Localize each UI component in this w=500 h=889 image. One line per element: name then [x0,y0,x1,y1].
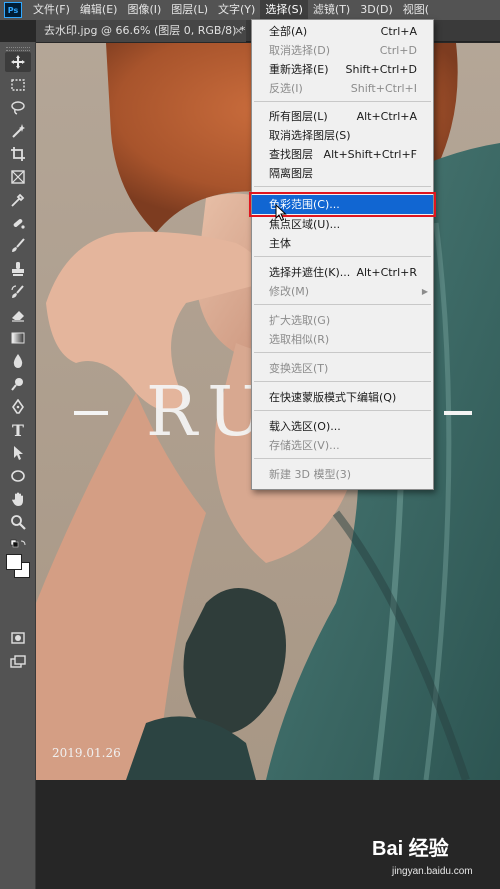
menu-edit[interactable]: 编辑(E) [75,0,123,20]
menu-item-load-selection[interactable]: 载入选区(O)... [252,417,433,436]
menu-separator [254,101,431,102]
menu-view[interactable]: 视图( [398,0,434,20]
menu-type[interactable]: 文字(Y) [213,0,260,20]
blur-icon[interactable] [5,351,31,371]
menu-item-inverse[interactable]: 反选(I) Shift+Ctrl+I [252,79,433,98]
crop-icon[interactable] [5,144,31,164]
menu-separator [254,186,431,187]
menu-item-similar[interactable]: 选取相似(R) [252,330,433,349]
ellipse-icon[interactable] [5,466,31,486]
type-icon[interactable]: T [5,420,31,440]
screen-mode-icon[interactable] [5,652,31,672]
baidu-watermark: Bai 经验 jingyan.baidu.com [372,832,496,886]
menu-item-grow[interactable]: 扩大选取(G) [252,311,433,330]
move-icon[interactable] [5,52,31,72]
marquee-icon[interactable] [5,75,31,95]
menu-bar: Ps 文件(F) 编辑(E) 图像(I) 图层(L) 文字(Y) 选择(S) 滤… [0,0,500,20]
menu-separator [254,458,431,459]
history-brush-icon[interactable] [5,282,31,302]
menu-filter[interactable]: 滤镜(T) [308,0,355,20]
menu-item-modify[interactable]: 修改(M) ▶ [252,282,433,301]
magic-wand-icon[interactable] [5,121,31,141]
menu-3d[interactable]: 3D(D) [355,0,398,20]
foreground-color-swatch[interactable] [6,554,22,570]
select-menu-dropdown: 全部(A) Ctrl+A 取消选择(D) Ctrl+D 重新选择(E) Shift+C… [249,19,436,490]
menu-separator [254,352,431,353]
clone-stamp-icon[interactable] [5,259,31,279]
tab-close-icon[interactable]: × [234,20,243,42]
menu-item-save-selection[interactable]: 存储选区(V)... [252,436,433,455]
menu-item-all-layers[interactable]: 所有图层(L) Alt+Ctrl+A [252,107,433,126]
menu-item-isolate-layers[interactable]: 隔离图层 [252,164,433,183]
menu-layer[interactable]: 图层(L) [166,0,213,20]
mouse-pointer-icon [275,204,287,222]
menu-item-quick-mask[interactable]: 在快速蒙版模式下编辑(Q) [252,388,433,407]
hand-icon[interactable] [5,489,31,509]
menu-item-transform-selection[interactable]: 变换选区(T) [252,359,433,378]
path-selection-icon[interactable] [5,443,31,463]
menu-item-deselect[interactable]: 取消选择(D) Ctrl+D [252,41,433,60]
baidu-logo: Bai 经验 [372,838,449,860]
date-stamp: 2019.01.26 [52,746,121,760]
toolbar-grip[interactable] [6,47,30,51]
document-tab-title: 去水印.jpg @ 66.6% (图层 0, RGB/8) * [44,24,246,37]
menu-separator [254,381,431,382]
baidu-domain: jingyan.baidu.com [392,866,473,877]
menu-file[interactable]: 文件(F) [28,0,75,20]
menu-separator [254,256,431,257]
menu-item-reselect[interactable]: 重新选择(E) Shift+Ctrl+D [252,60,433,79]
menu-image[interactable]: 图像(I) [122,0,166,20]
brush-icon[interactable] [5,236,31,256]
watermark-dash-right [444,411,472,415]
menu-item-select-all[interactable]: 全部(A) Ctrl+A [252,22,433,41]
photoshop-logo-icon: Ps [4,2,22,18]
gradient-icon[interactable] [5,328,31,348]
frame-icon[interactable] [5,167,31,187]
healing-brush-icon[interactable] [5,213,31,233]
menu-separator [254,304,431,305]
eraser-icon[interactable] [5,305,31,325]
menu-select[interactable]: 选择(S) [260,0,308,20]
menu-item-find-layers[interactable]: 查找图层 Alt+Shift+Ctrl+F [252,145,433,164]
color-swatches[interactable] [4,552,32,580]
eyedropper-icon[interactable] [5,190,31,210]
quick-mask-icon[interactable] [5,628,31,648]
menu-item-subject[interactable]: 主体 [252,234,433,253]
color-reset-icon[interactable] [5,538,31,550]
lasso-icon[interactable] [5,98,31,118]
menu-item-new-3d-model[interactable]: 新建 3D 模型(3) [252,465,433,484]
menu-separator [254,410,431,411]
menu-item-deselect-layers[interactable]: 取消选择图层(S) [252,126,433,145]
submenu-arrow-icon: ▶ [421,287,428,296]
zoom-icon[interactable] [5,512,31,532]
dodge-icon[interactable] [5,374,31,394]
pen-icon[interactable] [5,397,31,417]
document-tab[interactable]: 去水印.jpg @ 66.6% (图层 0, RGB/8) * × [36,20,246,42]
tools-panel: T [0,42,36,889]
menu-item-select-and-mask[interactable]: 选择并遮住(K)... Alt+Ctrl+R [252,263,433,282]
